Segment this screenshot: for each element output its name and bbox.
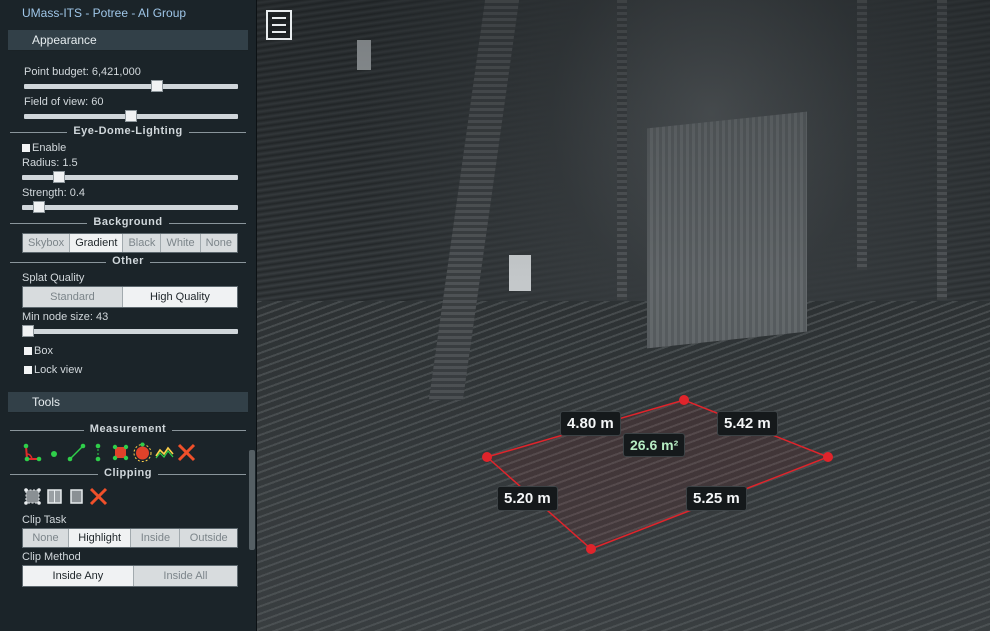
- clip-method-inside-all-button[interactable]: Inside All: [133, 566, 238, 586]
- edl-radius-label: Radius: 1.5: [22, 157, 78, 169]
- divider-measurement: Measurement: [10, 423, 246, 437]
- measurement-toolbar: [22, 441, 256, 463]
- background-skybox-button[interactable]: Skybox: [23, 234, 71, 252]
- divider-eye-dome-lighting: Eye-Dome-Lighting: [10, 125, 246, 139]
- hamburger-menu-icon[interactable]: [266, 10, 292, 40]
- remove-measurements-icon[interactable]: [176, 442, 197, 463]
- splat-standard-button[interactable]: Standard: [23, 287, 123, 307]
- measurement-vertex[interactable]: [482, 452, 492, 462]
- clip-task-label: Clip Task: [22, 514, 67, 526]
- point-icon[interactable]: [44, 442, 65, 463]
- splat-high-quality-button[interactable]: High Quality: [122, 287, 238, 307]
- area-icon[interactable]: [110, 442, 131, 463]
- clip-task-highlight-button[interactable]: Highlight: [68, 529, 132, 547]
- area-value-label: 26.6 m²: [623, 433, 686, 457]
- edge-length-label: 5.25 m: [686, 486, 747, 511]
- clip-method-button-group: Inside Any Inside All: [22, 565, 238, 587]
- checkbox-label: Lock view: [34, 364, 83, 376]
- measurement-vertex[interactable]: [823, 452, 833, 462]
- clip-method-inside-any-button[interactable]: Inside Any: [23, 566, 134, 586]
- remove-clip-icon[interactable]: [88, 486, 109, 507]
- divider-label: Background: [87, 216, 169, 228]
- background-gradient-button[interactable]: Gradient: [70, 234, 124, 252]
- field-of-view-slider[interactable]: [24, 110, 238, 122]
- profile-icon[interactable]: [154, 442, 175, 463]
- slider-track: [22, 205, 238, 210]
- splat-quality-button-group: Standard High Quality: [22, 286, 238, 308]
- clip-plane-icon[interactable]: [66, 486, 87, 507]
- slider-handle[interactable]: [33, 201, 46, 213]
- clip-task-button-group: None Highlight Inside Outside: [22, 528, 238, 548]
- lock-view-checkbox[interactable]: Lock view: [24, 363, 256, 378]
- menu-bar: [272, 24, 286, 26]
- divider-other: Other: [10, 255, 246, 269]
- min-node-size-label: Min node size: 43: [22, 311, 109, 323]
- background-white-button[interactable]: White: [161, 234, 201, 252]
- point-cloud-viewer[interactable]: 4.80 m 5.42 m 5.20 m 5.25 m 26.6 m²: [257, 0, 990, 631]
- edge-length-label: 5.42 m: [717, 411, 778, 436]
- clip-method-label: Clip Method: [22, 551, 81, 563]
- distance-icon[interactable]: [66, 442, 87, 463]
- menu-bar: [272, 17, 286, 19]
- checkbox-label: Box: [34, 345, 53, 357]
- clip-box-icon[interactable]: [44, 486, 65, 507]
- edl-strength-slider[interactable]: [22, 201, 238, 213]
- checkbox-box[interactable]: [24, 366, 32, 374]
- menu-bar: [272, 31, 286, 33]
- app-title: UMass-ITS - Potree - AI Group: [22, 6, 187, 20]
- divider-background: Background: [10, 216, 246, 230]
- background-black-button[interactable]: Black: [123, 234, 162, 252]
- checkbox-label: Enable: [32, 142, 67, 154]
- field-of-view-label: Field of view: 60: [24, 96, 104, 108]
- clip-volume-icon[interactable]: [22, 486, 43, 507]
- point-budget-slider[interactable]: [24, 80, 238, 92]
- splat-quality-label: Splat Quality: [22, 272, 85, 284]
- sidebar-scrollbar[interactable]: [249, 450, 255, 550]
- background-none-button[interactable]: None: [200, 234, 237, 252]
- point-budget-label: Point budget: 6,421,000: [24, 66, 141, 78]
- edl-strength-label: Strength: 0.4: [22, 187, 85, 199]
- divider-label: Clipping: [98, 467, 158, 479]
- section-header-tools[interactable]: Tools: [8, 392, 248, 413]
- clip-task-none-button[interactable]: None: [23, 529, 69, 547]
- sidebar: UMass-ITS - Potree - AI Group Appearance…: [0, 0, 257, 631]
- clipping-toolbar: [22, 485, 256, 507]
- edge-length-label: 5.20 m: [497, 486, 558, 511]
- measurement-vertex[interactable]: [679, 395, 689, 405]
- divider-clipping: Clipping: [10, 467, 246, 481]
- edge-length-label: 4.80 m: [560, 411, 621, 436]
- background-button-group: Skybox Gradient Black White None: [22, 233, 238, 253]
- measurement-vertex[interactable]: [586, 544, 596, 554]
- edl-radius-slider[interactable]: [22, 171, 238, 183]
- section-header-appearance[interactable]: Appearance: [8, 30, 248, 51]
- volume-icon[interactable]: [132, 442, 153, 463]
- edl-enable-checkbox[interactable]: Enable: [22, 141, 256, 156]
- slider-track: [24, 84, 238, 89]
- slider-handle[interactable]: [22, 325, 35, 337]
- area-measurement-overlay: [482, 395, 833, 554]
- divider-label: Eye-Dome-Lighting: [67, 125, 189, 137]
- divider-label: Other: [106, 255, 150, 267]
- slider-track: [22, 329, 238, 334]
- slider-handle[interactable]: [52, 171, 65, 183]
- clip-task-outside-button[interactable]: Outside: [180, 529, 238, 547]
- box-checkbox[interactable]: Box: [24, 344, 256, 359]
- angle-icon[interactable]: [22, 442, 43, 463]
- slider-handle[interactable]: [125, 110, 137, 122]
- checkbox-box[interactable]: [22, 144, 30, 152]
- divider-label: Measurement: [83, 423, 173, 435]
- slider-handle[interactable]: [150, 80, 163, 92]
- min-node-size-slider[interactable]: [22, 325, 238, 337]
- clip-task-inside-button[interactable]: Inside: [131, 529, 181, 547]
- height-icon[interactable]: [88, 442, 109, 463]
- checkbox-box[interactable]: [24, 347, 32, 355]
